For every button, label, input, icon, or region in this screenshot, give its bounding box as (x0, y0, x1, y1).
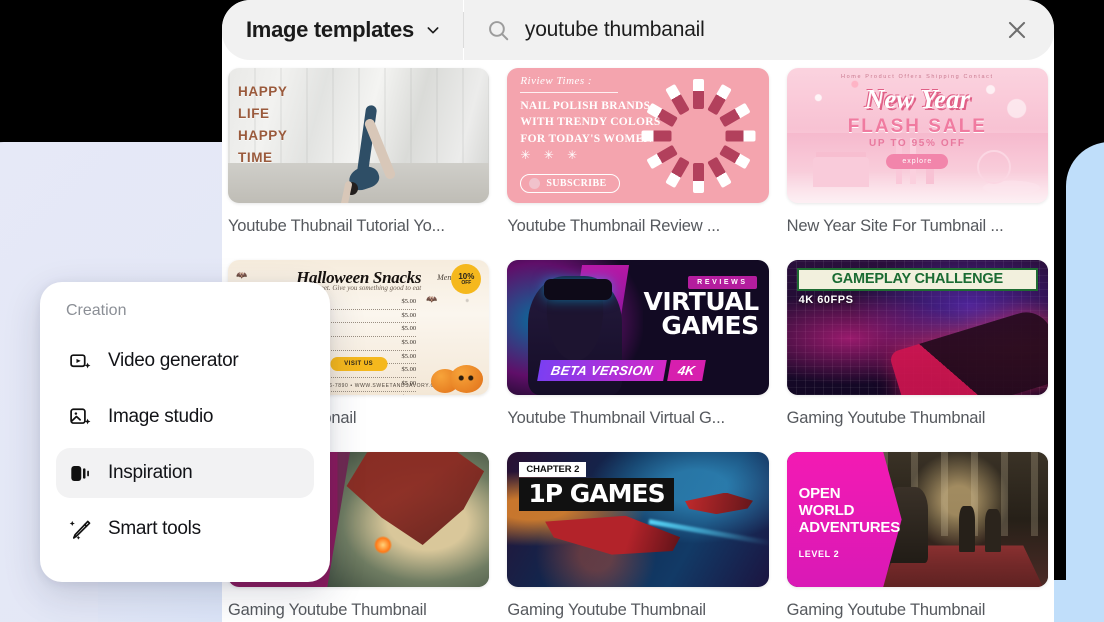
search-bar[interactable] (463, 0, 1054, 60)
thumbnail-level: LEVEL 2 (798, 549, 840, 559)
template-type-select[interactable]: Image templates (222, 0, 463, 60)
template-thumbnail[interactable]: HAPPY LIFE HAPPY TIME (228, 68, 490, 203)
vr-goggles (543, 278, 612, 301)
thumbnail-subscribe-button: SUBSCRIBE (520, 174, 620, 193)
template-card-label: Gaming Youtube Thumbnail (786, 409, 986, 427)
inspiration-icon (68, 461, 92, 485)
top-bar: Image templates (222, 0, 1054, 60)
template-results-grid: HAPPY LIFE HAPPY TIME Youtube Thubnail T… (222, 60, 1054, 622)
template-thumbnail[interactable]: GAMEPLAY CHALLENGE 4K 60FPS (786, 260, 1048, 395)
thumbnail-subtitle: FLASH SALE (847, 116, 987, 137)
close-icon[interactable] (1004, 17, 1030, 43)
thumbnail-offer: UP TO 95% OFF (869, 138, 966, 149)
thumbnail-fps-label: 4K 60FPS (798, 294, 854, 306)
chevron-down-icon (425, 22, 441, 38)
thumbnail-title: New Year (864, 84, 970, 114)
thumbnail-title: VIRTUAL GAMES (643, 287, 760, 340)
template-thumbnail[interactable]: CHAPTER 2 1P GAMES (507, 452, 769, 587)
app-surface: Image templates youtube thumbanail HAPPY… (222, 0, 1054, 622)
thumbnail-cta: explore (886, 154, 949, 169)
template-thumbnail[interactable]: OPEN WORLD ADVENTURES LEVEL 2 (786, 452, 1048, 587)
yoga-figure (340, 99, 397, 203)
pagoda (812, 156, 869, 187)
thumbnail-stars: ✳ ✳ ✳ (520, 148, 583, 162)
template-card[interactable]: CHAPTER 2 1P GAMES Gaming Youtube Thumbn… (507, 452, 769, 622)
thumbnail-nav: Home Product Offers Shipping Contact (841, 74, 994, 80)
creation-menu-popover: Creation Video generator Image studio In… (40, 282, 330, 582)
template-card-label: Youtube Thubnail Tutorial Yo... (228, 217, 445, 235)
template-card-label: New Year Site For Tumbnail ... (786, 217, 1004, 235)
menu-item-label: Image studio (108, 406, 214, 427)
thumbnail-title: OPEN WORLD ADVENTURES (798, 485, 901, 536)
thumbnail-cta: VISIT US (330, 357, 388, 371)
menu-item-label: Video generator (108, 350, 239, 371)
image-studio-icon (68, 405, 92, 429)
template-card-label: Gaming Youtube Thumbnail (786, 601, 986, 619)
smart-tools-icon (68, 517, 92, 541)
template-card[interactable]: Home Product Offers Shipping Contact New… (786, 68, 1048, 260)
template-card-label: Youtube Thumbnail Review ... (507, 217, 721, 235)
thumbnail-headline: HAPPY LIFE HAPPY TIME (238, 84, 288, 165)
search-icon (486, 18, 511, 43)
character-secondary (959, 506, 975, 552)
menu-item-video-generator[interactable]: Video generator (56, 336, 314, 386)
thumbnail-chapter: CHAPTER 2 (519, 462, 587, 477)
menu-item-label: Inspiration (108, 462, 193, 483)
template-thumbnail[interactable]: Home Product Offers Shipping Contact New… (786, 68, 1048, 203)
search-input[interactable] (524, 18, 990, 42)
template-card-label: Gaming Youtube Thumbnail (228, 601, 427, 619)
bat-icon: 🦇 (426, 294, 438, 304)
template-card-label: Gaming Youtube Thumbnail (507, 601, 706, 619)
template-type-label: Image templates (246, 17, 414, 42)
menu-item-label: Smart tools (108, 518, 201, 539)
template-thumbnail[interactable]: REVIEWS VIRTUAL GAMES BETA VERSION 4K (507, 260, 769, 395)
thumbnail-title: 1P GAMES (519, 478, 674, 511)
menu-item-image-studio[interactable]: Image studio (56, 392, 314, 442)
template-card[interactable]: Riview Times : NAIL POLISH BRANDS WITH T… (507, 68, 769, 260)
thumbnail-banner: GAMEPLAY CHALLENGE (796, 268, 1038, 291)
screenshot-stage: Image templates youtube thumbanail HAPPY… (0, 0, 1104, 622)
fire-glow (374, 535, 393, 554)
template-card-label: Youtube Thumbnail Virtual G... (507, 409, 725, 427)
creation-menu-title: Creation (66, 302, 127, 319)
rule (520, 92, 619, 93)
video-generator-icon (68, 349, 92, 373)
template-card[interactable]: REVIEWS VIRTUAL GAMES BETA VERSION 4K Yo… (507, 260, 769, 452)
menu-item-smart-tools[interactable]: Smart tools (56, 504, 314, 554)
thumbnail-headline: NAIL POLISH BRANDS WITH TRENDY COLORS FO… (520, 100, 661, 145)
polish-ring (641, 78, 756, 193)
template-card[interactable]: HAPPY LIFE HAPPY TIME Youtube Thubnail T… (228, 68, 490, 260)
menu-item-inspiration[interactable]: Inspiration (56, 448, 314, 498)
thumbnail-eyebrow: Riview Times : (520, 75, 593, 87)
thumbnail-badges: BETA VERSION 4K (536, 360, 706, 381)
background-panel-right (1066, 142, 1104, 622)
template-card[interactable]: OPEN WORLD ADVENTURES LEVEL 2 Gaming You… (786, 452, 1048, 622)
template-card[interactable]: GAMEPLAY CHALLENGE 4K 60FPS Gaming Youtu… (786, 260, 1048, 452)
character-tertiary (985, 508, 1001, 552)
template-thumbnail[interactable]: Riview Times : NAIL POLISH BRANDS WITH T… (507, 68, 769, 203)
